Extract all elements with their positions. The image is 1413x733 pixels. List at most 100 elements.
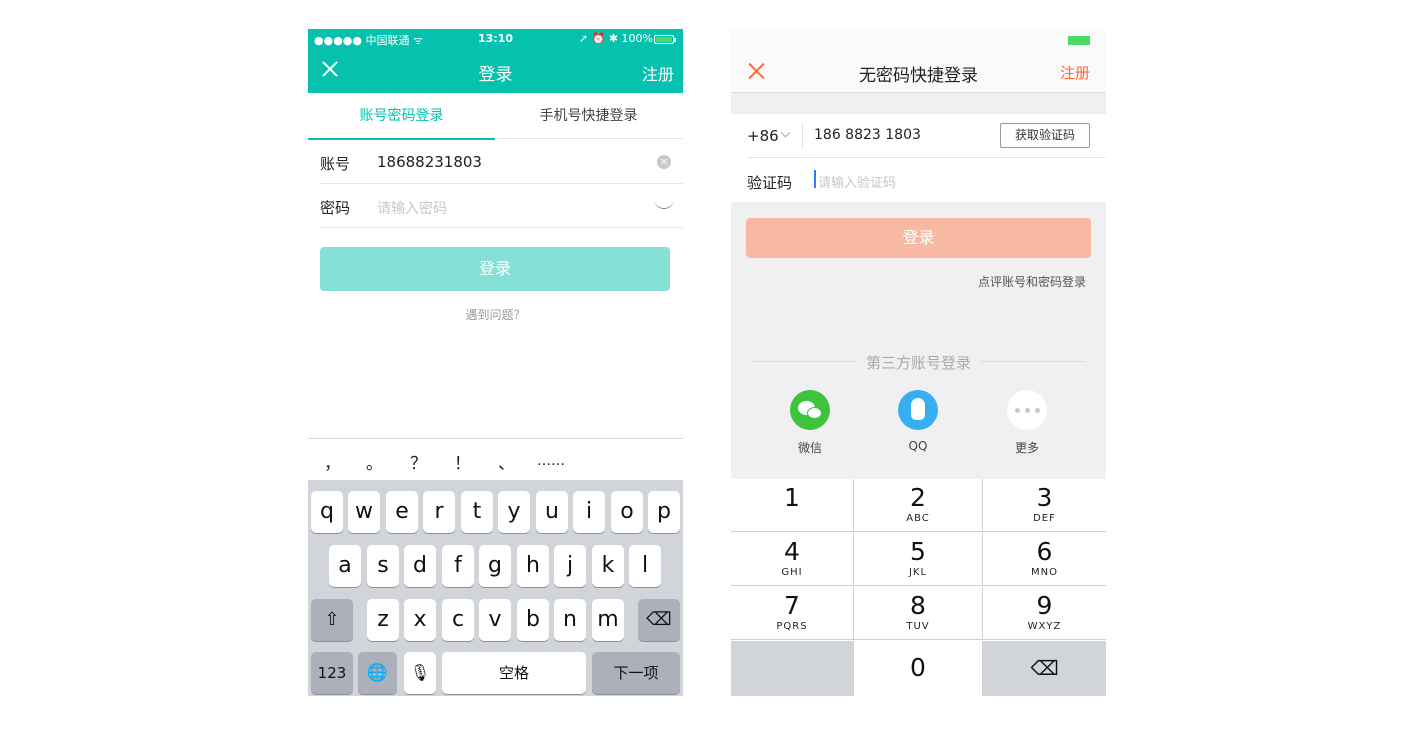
register-button[interactable]: 注册 xyxy=(1060,62,1090,83)
tab-account-password[interactable]: 账号密码登录 xyxy=(308,93,495,140)
third-party-title: 第三方账号登录 xyxy=(865,354,971,372)
login-button[interactable]: 登录 xyxy=(746,218,1091,258)
account-input[interactable]: 18688231803 xyxy=(377,153,482,171)
key-p[interactable]: p xyxy=(648,491,680,533)
code-input[interactable]: 请输入验证码 xyxy=(818,172,896,191)
punct-comma[interactable]: ， xyxy=(324,449,341,474)
key-y[interactable]: y xyxy=(498,491,530,533)
key-c[interactable]: c xyxy=(442,599,474,641)
eye-closed-icon[interactable] xyxy=(654,199,674,209)
mic-icon[interactable]: 🎙 xyxy=(404,652,436,694)
delete-key[interactable]: ⌫ xyxy=(638,599,680,641)
qq-login[interactable]: QQ xyxy=(888,390,948,453)
page-title: 无密码快捷登录 xyxy=(859,66,978,86)
next-key[interactable]: 下一项 xyxy=(592,652,680,694)
third-party-section: 第三方账号登录 xyxy=(751,351,1086,372)
key-f[interactable]: f xyxy=(442,545,474,587)
password-row[interactable]: 密码 请输入密码 xyxy=(320,184,683,228)
clear-icon[interactable]: × xyxy=(657,155,671,169)
code-label: 验证码 xyxy=(747,174,793,192)
key-x[interactable]: x xyxy=(404,599,436,641)
account-row[interactable]: 账号 18688231803 × xyxy=(320,140,683,184)
quick-login-screen: 无密码快捷登录 注册 +86 186 8823 1803 获取验证码 验证码 请… xyxy=(731,29,1106,696)
number-pad: 1 2 ABC 3 DEF 4 GHI 5 JKL 6 MNO 7 PQRS 8 TUV 9W… xyxy=(731,479,1106,696)
password-login-link[interactable]: 点评账号和密码登录 xyxy=(978,273,1086,290)
key-u[interactable]: u xyxy=(536,491,568,533)
space-key[interactable]: 空格 xyxy=(442,652,586,694)
numpad-key-4[interactable]: 4 GHI xyxy=(731,533,854,586)
key-e[interactable]: e xyxy=(386,491,418,533)
status-bar: ●●●●● 中国联通 ᯤ 13:10 ➚ ⏰ ✱ 100% xyxy=(308,29,683,49)
key-m[interactable]: m xyxy=(592,599,624,641)
wechat-label: 微信 xyxy=(797,441,822,455)
numpad-key-9[interactable]: 9 WXYZ xyxy=(983,587,1106,640)
numbers-key[interactable]: 123 xyxy=(311,652,353,694)
code-row: 验证码 请输入验证码 xyxy=(747,158,1106,202)
nav-bar: ●●●●● 中国联通 ᯤ 13:10 ➚ ⏰ ✱ 100% 登录 注册 xyxy=(308,29,683,93)
login-button[interactable]: 登录 xyxy=(320,247,670,291)
get-code-button[interactable]: 获取验证码 xyxy=(1000,123,1090,148)
more-label: 更多 xyxy=(1014,441,1039,455)
punctuation-bar: ， 。 ？ ！ 、 …… xyxy=(308,438,683,480)
numpad-key-7[interactable]: 7 PQRS xyxy=(731,587,854,640)
wechat-icon[interactable] xyxy=(790,390,830,430)
numpad-blank xyxy=(731,641,854,696)
more-icon[interactable] xyxy=(1007,390,1047,430)
numpad-delete-icon[interactable]: ⌫ xyxy=(983,641,1106,696)
account-label: 账号 xyxy=(320,155,351,173)
numpad-key-3[interactable]: 3 DEF xyxy=(983,479,1106,532)
punct-question[interactable]: ？ xyxy=(410,449,427,474)
punct-period[interactable]: 。 xyxy=(366,449,383,474)
numpad-key-5[interactable]: 5 JKL xyxy=(854,533,983,586)
key-o[interactable]: o xyxy=(611,491,643,533)
page-title: 登录 xyxy=(478,65,513,85)
country-code-selector[interactable]: +86 xyxy=(747,127,779,145)
key-k[interactable]: k xyxy=(592,545,624,587)
key-t[interactable]: t xyxy=(461,491,493,533)
globe-icon[interactable]: 🌐 xyxy=(358,652,397,694)
status-indicators: ➚ ⏰ ✱ 100% xyxy=(578,32,653,45)
keyboard: q w e r t y u i o p a s d f g h j k l ⇧ … xyxy=(308,480,683,696)
key-s[interactable]: s xyxy=(367,545,399,587)
qq-label: QQ xyxy=(908,439,928,453)
chevron-down-icon[interactable] xyxy=(780,127,791,138)
key-w[interactable]: w xyxy=(348,491,380,533)
punct-dunhao[interactable]: 、 xyxy=(498,449,515,474)
login-tabs: 账号密码登录 手机号快捷登录 xyxy=(308,93,683,140)
numpad-key-1[interactable]: 1 xyxy=(731,479,854,532)
key-r[interactable]: r xyxy=(423,491,455,533)
more-login[interactable]: 更多 xyxy=(997,390,1057,456)
qq-icon[interactable] xyxy=(898,390,938,430)
phone-input[interactable]: 186 8823 1803 xyxy=(814,127,921,143)
password-input[interactable]: 请输入密码 xyxy=(377,198,447,218)
key-h[interactable]: h xyxy=(517,545,549,587)
key-i[interactable]: i xyxy=(573,491,605,533)
key-v[interactable]: v xyxy=(479,599,511,641)
key-d[interactable]: d xyxy=(404,545,436,587)
battery-icon xyxy=(654,35,676,44)
battery-icon xyxy=(1068,36,1090,45)
punct-ellipsis[interactable]: …… xyxy=(537,453,565,469)
key-j[interactable]: j xyxy=(554,545,586,587)
tab-phone-quick[interactable]: 手机号快捷登录 xyxy=(495,93,682,139)
punct-exclaim[interactable]: ！ xyxy=(454,449,471,474)
key-a[interactable]: a xyxy=(329,545,361,587)
key-b[interactable]: b xyxy=(517,599,549,641)
numpad-key-0[interactable]: 0 xyxy=(854,641,983,696)
text-cursor xyxy=(814,170,816,188)
phone-row: +86 186 8823 1803 获取验证码 xyxy=(747,114,1106,158)
key-g[interactable]: g xyxy=(479,545,511,587)
account-login-screen: ●●●●● 中国联通 ᯤ 13:10 ➚ ⏰ ✱ 100% 登录 注册 账号密码… xyxy=(308,29,683,696)
register-button[interactable]: 注册 xyxy=(642,61,674,85)
key-z[interactable]: z xyxy=(367,599,399,641)
key-l[interactable]: l xyxy=(629,545,661,587)
numpad-key-6[interactable]: 6 MNO xyxy=(983,533,1106,586)
key-n[interactable]: n xyxy=(554,599,586,641)
wechat-login[interactable]: 微信 xyxy=(780,390,840,456)
shift-key[interactable]: ⇧ xyxy=(311,599,353,641)
numpad-key-8[interactable]: 8 TUV xyxy=(854,587,983,640)
key-q[interactable]: q xyxy=(311,491,343,533)
nav-bar: 无密码快捷登录 注册 xyxy=(731,29,1106,93)
numpad-key-2[interactable]: 2 ABC xyxy=(854,479,983,532)
help-link[interactable]: 遇到问题？ xyxy=(308,306,683,323)
